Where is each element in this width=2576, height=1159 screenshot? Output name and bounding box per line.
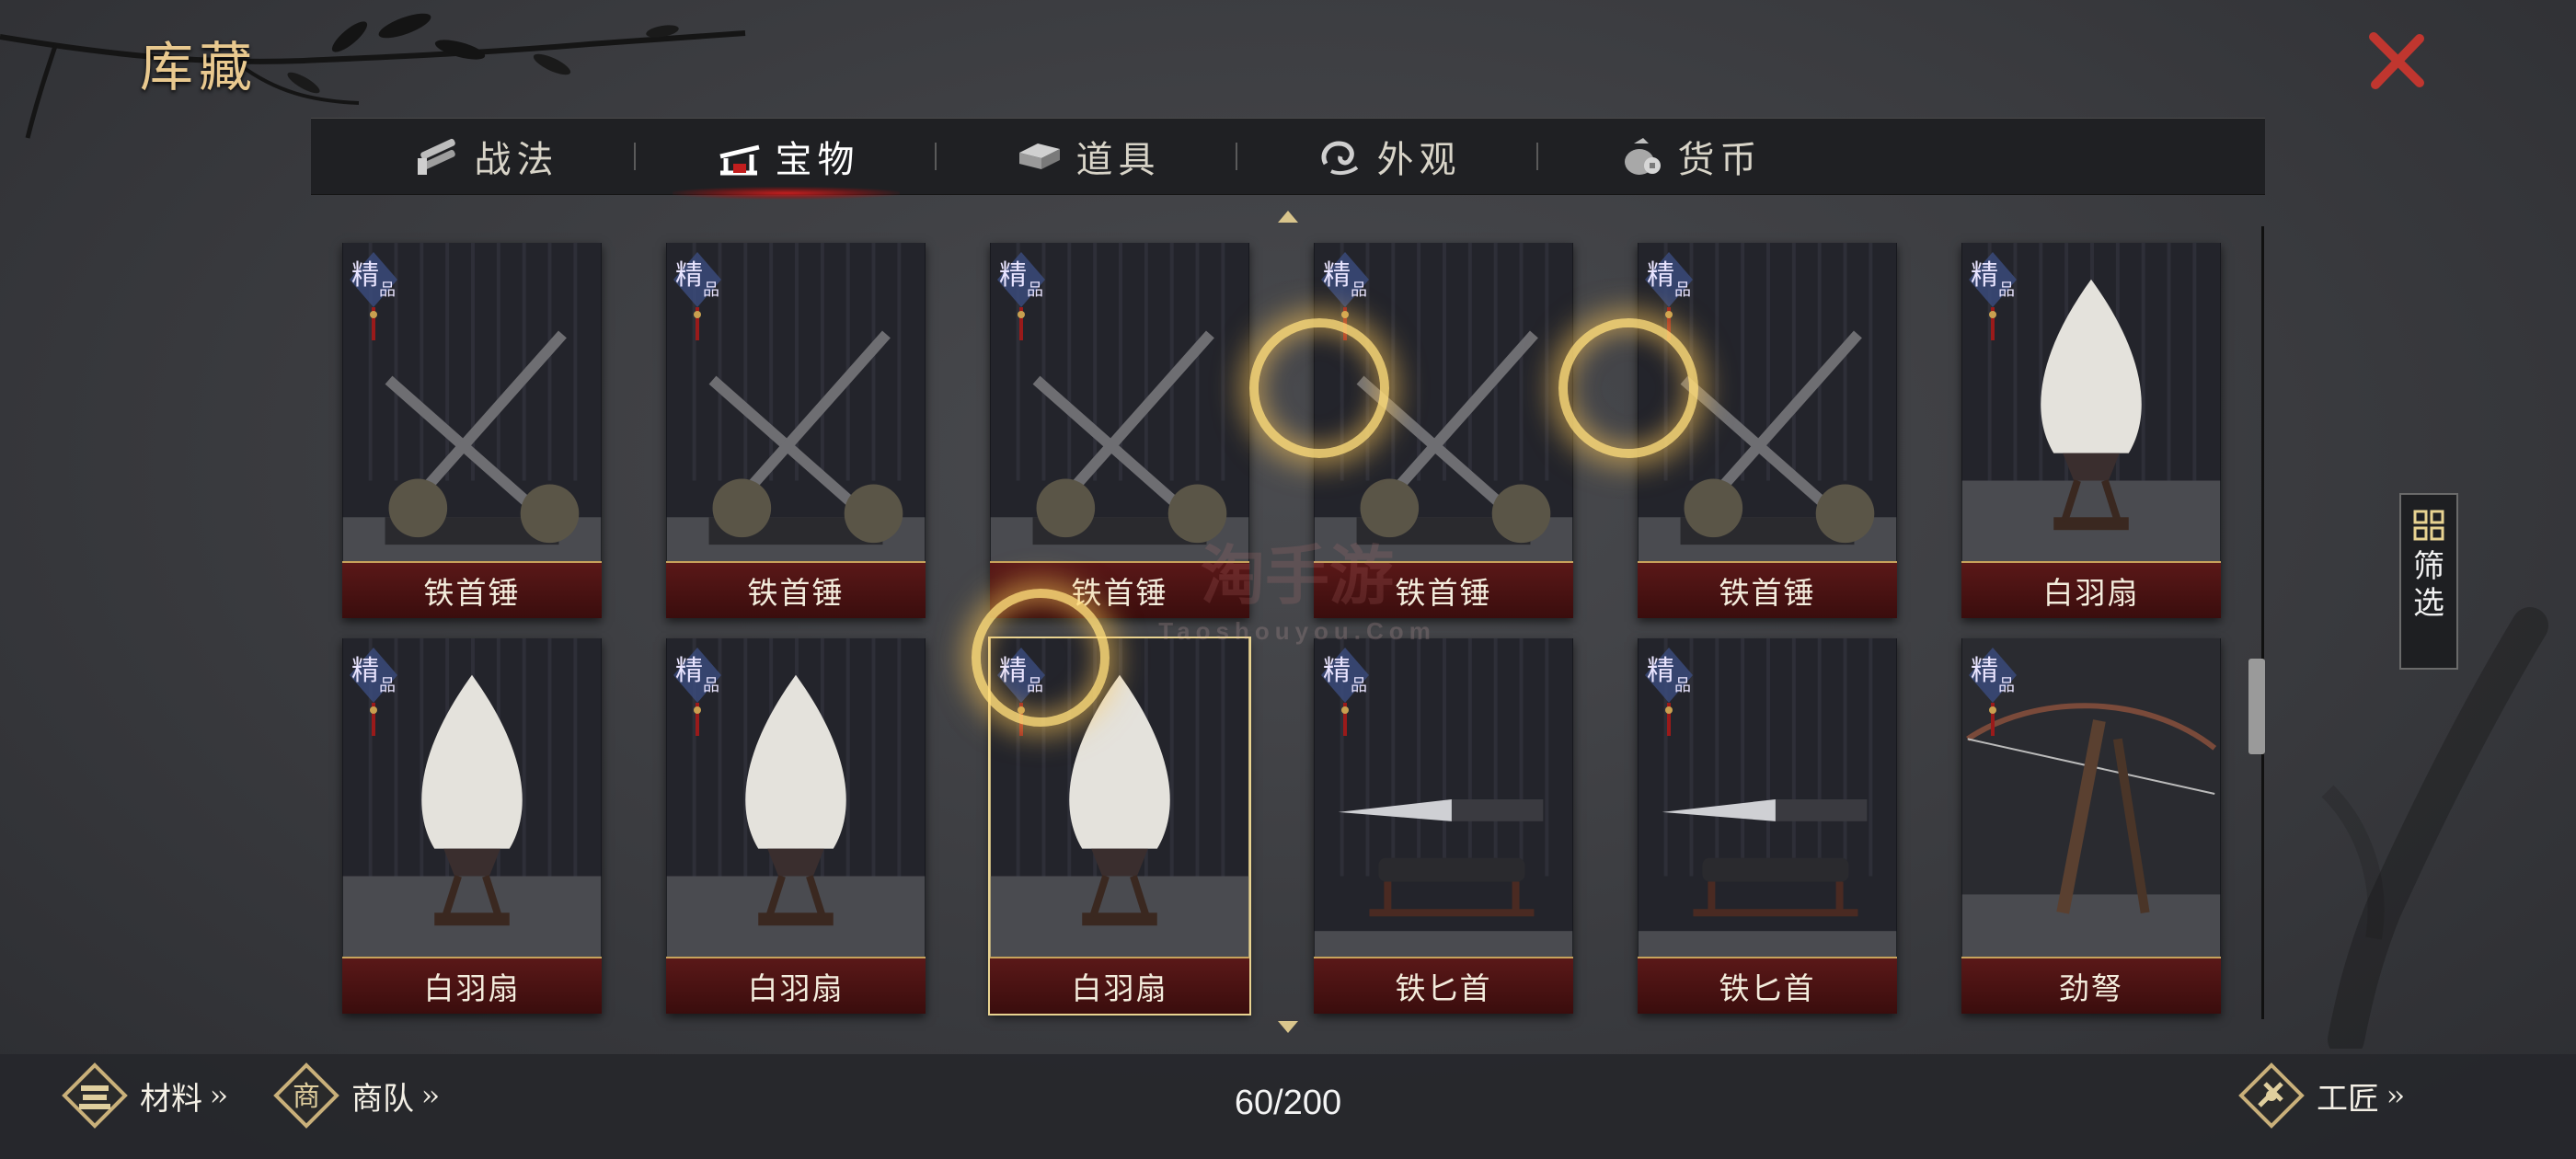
materials-button[interactable]: 材料 ›› (61, 1061, 228, 1130)
scroll-up-icon[interactable] (1276, 208, 1300, 224)
grade-char-small: 品 (1027, 281, 1043, 300)
treasure-name: 白羽扇 (666, 957, 926, 1014)
grade-char-small: 品 (1351, 281, 1367, 300)
inventory-count: 60/200 (1234, 1084, 1342, 1122)
grade-char: 精 (675, 259, 703, 292)
chevron-right-icon: ›› (421, 1079, 440, 1112)
grade-badge-text: 精品 (351, 252, 397, 353)
grade-badge-text: 精品 (1323, 648, 1369, 749)
grade-char: 精 (1323, 259, 1351, 292)
category-tab-bar: 战法 宝物 道具 外观 货币 (311, 118, 2265, 200)
caravan-label: 商队 (351, 1080, 414, 1118)
filter-button[interactable]: 筛选 (2399, 493, 2458, 670)
grade-badge-text: 精品 (675, 648, 721, 749)
scrollbar-thumb[interactable] (2248, 659, 2265, 754)
grade-char-small: 品 (703, 281, 719, 300)
chevron-right-icon: ›› (2386, 1079, 2405, 1112)
treasure-card[interactable]: 精品铁匕首 (1314, 638, 1573, 1014)
grade-char: 精 (999, 259, 1027, 292)
caravan-emblem-text: 商 (293, 1081, 320, 1113)
tab-tactics[interactable]: 战法 (335, 119, 636, 194)
treasure-card[interactable]: 精品铁匕首 (1638, 638, 1897, 1014)
treasure-name: 白羽扇 (990, 957, 1249, 1014)
grade-char: 精 (675, 655, 703, 687)
tab-label: 战法 (474, 139, 559, 181)
money-bag-icon (1624, 138, 1661, 175)
grade-char-small: 品 (1351, 676, 1367, 695)
tab-props[interactable]: 道具 (937, 119, 1237, 194)
scroll-bundle-icon (417, 138, 455, 175)
grade-badge-text: 精品 (1971, 648, 2017, 749)
grade-char: 精 (351, 259, 379, 292)
treasure-card[interactable]: 精品铁首锤 (342, 243, 602, 618)
grid-icon (2413, 510, 2444, 541)
watermark: 淘手游 Taoshouyou.Com (1040, 524, 1555, 646)
grade-char-small: 品 (379, 281, 396, 300)
scroll-down-icon[interactable] (1276, 1019, 1300, 1036)
treasure-name: 铁首锤 (666, 561, 926, 618)
filter-label: 筛选 (2413, 548, 2444, 622)
grade-badge-text: 精品 (1971, 252, 2017, 353)
grade-char-small: 品 (703, 676, 719, 695)
grade-char-small: 品 (1998, 676, 2015, 695)
caravan-emblem-icon: 商 (273, 1062, 339, 1129)
treasure-card[interactable]: 精品劲弩 (1961, 638, 2221, 1014)
tab-label: 货币 (1677, 139, 1763, 181)
treasure-card[interactable]: 精品白羽扇 (342, 638, 602, 1014)
page-title: 库藏 (140, 36, 259, 98)
grade-char-small: 品 (1674, 281, 1691, 300)
craftsman-emblem-icon (2238, 1062, 2305, 1129)
treasure-card[interactable]: 精品铁首锤 (666, 243, 926, 618)
craftsman-button[interactable]: 工匠 ›› (2237, 1061, 2405, 1130)
tab-appearance[interactable]: 外观 (1237, 119, 1538, 194)
grade-badge-text: 精品 (351, 648, 397, 749)
grade-char: 精 (1971, 259, 1998, 292)
grade-badge-text: 精品 (675, 252, 721, 353)
treasure-name: 铁匕首 (1638, 957, 1897, 1014)
treasure-name: 铁首锤 (1638, 561, 1897, 618)
ingot-chest-icon (1018, 143, 1060, 169)
chevron-right-icon: ›› (210, 1079, 228, 1112)
treasure-name: 劲弩 (1961, 957, 2221, 1014)
grade-badge-text: 精品 (1647, 648, 1693, 749)
watermark-sub: Taoshouyou.Com (1158, 617, 1436, 645)
tab-label: 外观 (1376, 139, 1462, 181)
craftsman-label: 工匠 (2317, 1080, 2379, 1118)
tab-label: 道具 (1075, 139, 1161, 181)
treasure-stand-icon (719, 144, 760, 176)
close-icon[interactable] (2363, 28, 2429, 94)
grade-char: 精 (1647, 259, 1674, 292)
brush-decoration (2321, 607, 2548, 1049)
grade-char-small: 品 (379, 676, 396, 695)
treasure-name: 白羽扇 (1961, 561, 2221, 618)
grade-char-small: 品 (1674, 676, 1691, 695)
treasure-card[interactable]: 精品白羽扇 (1961, 243, 2221, 618)
grade-char: 精 (351, 655, 379, 687)
treasure-card[interactable]: 精品白羽扇 (666, 638, 926, 1014)
grade-char: 精 (1647, 655, 1674, 687)
scrollbar-track (2261, 226, 2264, 1019)
tab-label: 宝物 (775, 139, 860, 181)
highlight-ring (1558, 318, 1698, 458)
materials-label: 材料 (140, 1080, 202, 1118)
swirl-cloud-icon (1320, 141, 1358, 176)
grade-char: 精 (1323, 655, 1351, 687)
treasure-name: 铁匕首 (1314, 957, 1573, 1014)
treasure-name: 白羽扇 (342, 957, 602, 1014)
tab-currency[interactable]: 货币 (1538, 119, 1839, 194)
tab-treasures[interactable]: 宝物 (636, 119, 937, 200)
treasure-name: 铁首锤 (342, 561, 602, 618)
watermark-main: 淘手游 (1201, 537, 1394, 614)
materials-emblem-icon (62, 1062, 128, 1129)
grade-badge-text: 精品 (999, 252, 1045, 353)
highlight-ring (1249, 318, 1389, 458)
grade-char-small: 品 (1998, 281, 2015, 300)
caravan-button[interactable]: 商 商队 ›› (272, 1061, 440, 1130)
grade-char: 精 (1971, 655, 1998, 687)
